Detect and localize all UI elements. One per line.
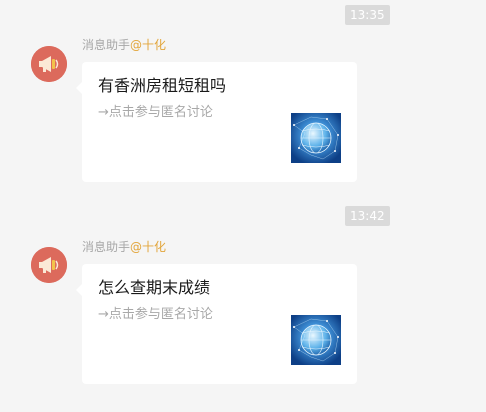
globe-network-icon	[291, 113, 341, 163]
timestamp: 13:35	[345, 5, 390, 25]
discussion-link[interactable]: →点击参与匿名讨论	[98, 104, 213, 122]
sender-mention[interactable]: @十化	[130, 240, 166, 254]
thumbnail	[291, 113, 341, 163]
sender-name: 消息助手	[82, 38, 131, 52]
sender-mention[interactable]: @十化	[130, 38, 166, 52]
sender-line: 消息助手@十化	[82, 239, 166, 255]
megaphone-icon	[31, 46, 67, 82]
sender-line: 消息助手@十化	[82, 37, 166, 53]
timestamp: 13:42	[345, 206, 390, 226]
message-card[interactable]: 怎么查期末成绩 →点击参与匿名讨论	[76, 264, 357, 384]
sender-name: 消息助手	[82, 240, 131, 254]
avatar[interactable]	[31, 46, 67, 82]
avatar[interactable]	[31, 247, 67, 283]
thumbnail	[291, 315, 341, 365]
card-title: 怎么查期末成绩	[98, 278, 211, 297]
card-title: 有香洲房租短租吗	[98, 76, 227, 95]
discussion-link[interactable]: →点击参与匿名讨论	[98, 306, 213, 324]
globe-network-icon	[291, 315, 341, 365]
megaphone-icon	[31, 247, 67, 283]
message-card[interactable]: 有香洲房租短租吗 →点击参与匿名讨论	[76, 62, 357, 182]
